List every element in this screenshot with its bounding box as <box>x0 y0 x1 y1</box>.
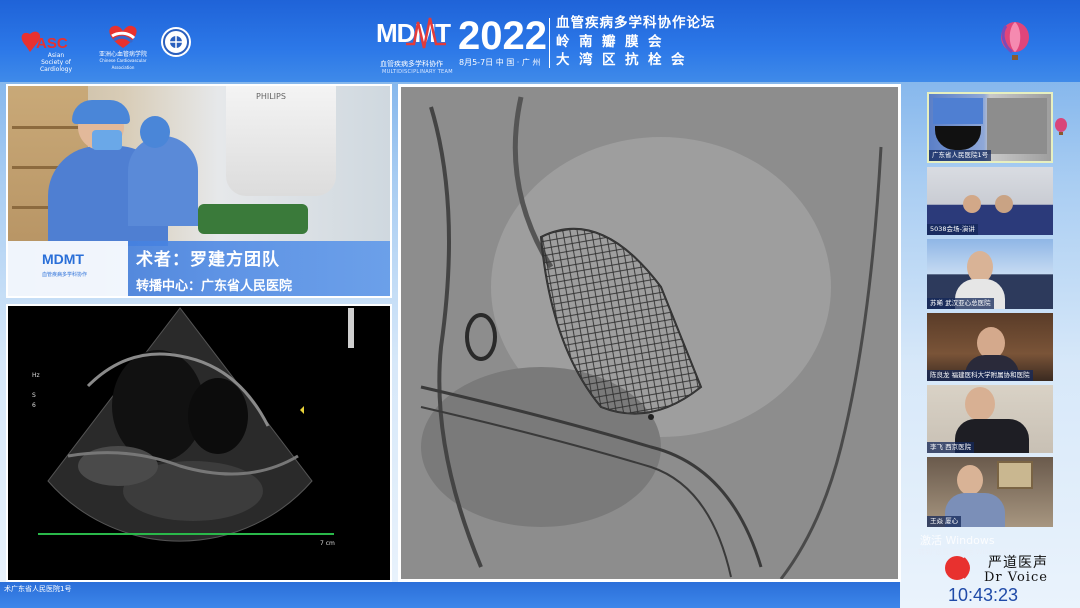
windows-activation-watermark: 激活 Windows <box>920 534 995 547</box>
thumbnail-feed-3[interactable]: 苏晞 武汉亚心总医院 <box>927 239 1053 309</box>
drvoice-en-text: Dr Voice <box>984 570 1048 585</box>
thumbnail-feed-2[interactable]: 5038会场-演讲 <box>927 167 1053 235</box>
thumbnail-label: 广东省人民医院1号 <box>929 150 992 161</box>
event-date: 8月5-7日 中 国 · 广 州 <box>459 58 541 67</box>
surgeon-mask <box>92 130 122 150</box>
thumbnail-echo-preview <box>935 126 981 150</box>
assistant-head <box>140 116 170 148</box>
monitor-brand: PHILIPS <box>256 92 286 101</box>
participant-head <box>965 387 995 421</box>
operating-room-video: PHILIPS MDMT 血管疾病多学科协作 术者：罗建方团队 转播中心：广东省… <box>6 84 392 298</box>
participant-head <box>957 465 983 495</box>
header-divider <box>549 18 550 68</box>
clock: 10:43:23 <box>948 585 1019 605</box>
thumbnail-label: 李飞 西京医院 <box>927 442 975 453</box>
drvoice-logo <box>945 556 970 580</box>
asc-logo: ASC Asian Society of Cardiology <box>14 26 76 73</box>
thumbnail-feed-1[interactable]: 广东省人民医院1号 <box>927 92 1053 163</box>
fluoroscopy-panel <box>398 84 901 582</box>
ultrasound-scale-label: 7 cm <box>320 540 335 547</box>
caption-mdmt-logo: MDMT <box>42 251 84 267</box>
heart-hands-logo-sub: Chinese Cardiovascular Association <box>99 58 147 70</box>
forum-title: 血管疾病多学科协作论坛 <box>556 15 716 31</box>
thumbnail-label: 陈良龙 福建医科大学附属协和医院 <box>927 370 1033 381</box>
surgeon-caption: 术者：罗建方团队 <box>136 250 280 270</box>
surgeon-cap <box>72 100 130 124</box>
bottom-strip <box>0 582 900 608</box>
thumbnail-feed-6[interactable]: 王焱 厦心 <box>927 457 1053 527</box>
ultrasound-hz-label: Hz <box>32 372 40 379</box>
thumbnail-label: 苏晞 武汉亚心总医院 <box>927 298 994 309</box>
thumbnail-feed-5[interactable]: 李飞 西京医院 <box>927 385 1053 453</box>
drvoice-cn-text: 严道医声 <box>988 555 1048 571</box>
echocardiography-panel: Hz S 6 7 cm <box>6 304 392 582</box>
wall-painting <box>997 461 1033 489</box>
thumbnail-label: 王焱 厦心 <box>927 516 962 527</box>
surgical-drape <box>198 204 308 234</box>
thumbnail-label: 5038会场-演讲 <box>927 224 978 235</box>
c-arm-machine <box>226 86 336 196</box>
asc-logo-sub: Asian Society of Cardiology <box>39 52 73 73</box>
bottom-strip-text: 术广东省人民医院1号 <box>4 585 72 593</box>
ultrasound-6-label: 6 <box>32 402 36 409</box>
shelf <box>12 126 82 129</box>
asc-logo-text: ASC <box>36 35 68 52</box>
mdmt-en-text: MULTIDISCIPLINARY TEAM <box>382 69 453 75</box>
heart-hands-logo: 亚洲心血管病学院 Chinese Cardiovascular Associat… <box>99 22 147 70</box>
hot-air-balloon-icon <box>1001 22 1029 60</box>
circular-seal-icon <box>161 27 191 57</box>
circular-seal-logo <box>160 26 192 58</box>
ultrasound-image <box>38 307 354 542</box>
heart-hands-icon <box>109 25 137 48</box>
thumbnail-feed-4[interactable]: 陈良龙 福建医科大学附属协和医院 <box>927 313 1053 381</box>
header-banner: ASC Asian Society of Cardiology 亚洲心血管病学院… <box>0 0 1080 82</box>
ultrasound-s-label: S <box>32 392 36 399</box>
broadcast-caption: MDMT 血管疾病多学科协作 术者：罗建方团队 转播中心：广东省人民医院 <box>8 241 390 296</box>
small-balloon-icon <box>1055 118 1067 135</box>
speaker-head <box>963 195 981 213</box>
mdmt-pulse-icon <box>406 17 446 49</box>
fluoroscopy-image <box>401 87 898 579</box>
event-year: 2022 <box>458 14 547 58</box>
assistant-gown <box>128 136 198 226</box>
mdmt-cn-text: 血管疾病多学科协作 <box>380 60 443 68</box>
thumbnail-or-preview <box>933 98 983 124</box>
valve-conference-title: 岭南瓣膜会 <box>556 34 671 50</box>
antithrombotic-conference-title: 大湾区抗栓会 <box>556 52 694 68</box>
caption-mdmt-sub: 血管疾病多学科协作 <box>42 272 88 278</box>
thumbnail-fluoro-preview <box>987 98 1047 154</box>
speaker-head <box>995 195 1013 213</box>
broadcast-center-caption: 转播中心：广东省人民医院 <box>136 279 293 294</box>
caption-logo-box: MDMT 血管疾病多学科协作 <box>8 241 128 296</box>
